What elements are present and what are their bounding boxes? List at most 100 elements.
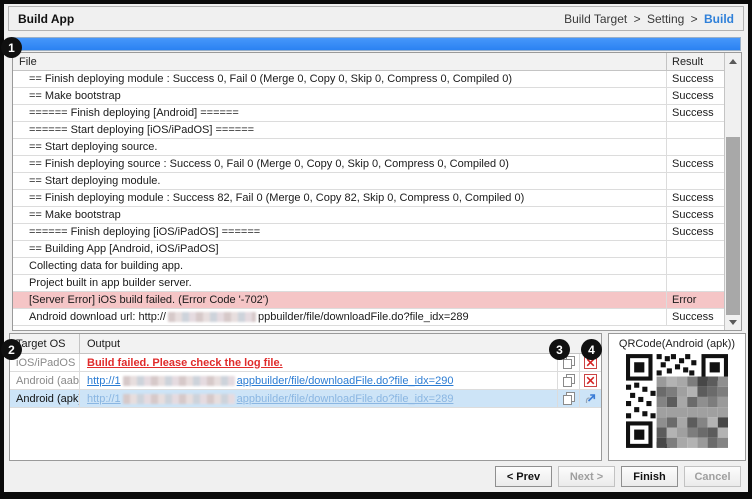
log-result — [666, 173, 724, 189]
log-result: Success — [666, 207, 724, 223]
annotation-badge-3: 3 — [549, 339, 570, 360]
scrollbar-thumb[interactable] — [726, 137, 740, 315]
log-message-error: [Server Error] iOS build failed. (Error … — [13, 292, 666, 308]
breadcrumb-setting[interactable]: Setting — [647, 12, 684, 26]
output-row-ios[interactable]: iOS/iPadOS Build failed. Please check th… — [10, 354, 601, 372]
output-table-header: Target OS Output — [10, 334, 601, 354]
log-message: == Finish deploying source : Success 0, … — [13, 156, 666, 172]
build-log-table: File Result == Finish deploying module :… — [12, 52, 742, 331]
log-message: Collecting data for building app. — [13, 258, 666, 274]
output-table: Target OS Output iOS/iPadOS Build failed… — [9, 333, 602, 461]
log-result — [666, 258, 724, 274]
build-failed-message[interactable]: Build failed. Please check the log file. — [87, 357, 283, 369]
url-suffix: ppbuilder/file/downloadFile.do?file_idx=… — [258, 311, 469, 323]
scroll-down-button[interactable] — [725, 314, 741, 330]
log-message: ====== Start deploying [iOS/iPadOS] ====… — [13, 122, 666, 138]
copy-icon — [563, 392, 575, 405]
open-button[interactable] — [579, 390, 601, 407]
table-row[interactable]: == Make bootstrap Success — [13, 207, 724, 224]
cancel-button[interactable]: Cancel — [684, 466, 741, 487]
breadcrumb-build[interactable]: Build — [704, 12, 734, 26]
wizard-footer: < Prev Next > Finish Cancel — [495, 466, 741, 487]
log-result: Success — [666, 71, 724, 87]
log-result: Success — [666, 88, 724, 104]
qr-panel-title: QRCode(Android (apk)) — [609, 338, 745, 350]
log-result: Error — [666, 292, 724, 308]
log-result: Success — [666, 224, 724, 240]
qr-code — [626, 354, 728, 448]
output-row-android-aab[interactable]: Android (aab) http://1 appbuilder/file/do… — [10, 372, 601, 390]
log-table-header: File Result — [13, 53, 724, 71]
breadcrumb-build-target[interactable]: Build Target — [564, 12, 627, 26]
qr-panel: QRCode(Android (apk)) — [608, 333, 746, 461]
log-message: == Finish deploying module : Success 82,… — [13, 190, 666, 206]
log-message: == Finish deploying module : Success 0, … — [13, 71, 666, 87]
download-link[interactable]: http://1 appbuilder/file/downloadFile.do?… — [87, 375, 453, 387]
table-row[interactable]: == Finish deploying source : Success 0, … — [13, 156, 724, 173]
copy-button[interactable] — [557, 372, 579, 389]
log-message: == Make bootstrap — [13, 88, 666, 104]
annotation-badge-2: 2 — [1, 339, 22, 360]
table-row[interactable]: Android download url: http:// ppbuilder/f… — [13, 309, 724, 326]
triangle-down-icon — [729, 320, 737, 325]
table-row[interactable]: == Start deploying module. — [13, 173, 724, 190]
prev-button[interactable]: < Prev — [495, 466, 552, 487]
log-message: ====== Finish deploying [Android] ====== — [13, 105, 666, 121]
log-result — [666, 241, 724, 257]
column-header-result[interactable]: Result — [666, 53, 724, 70]
url-prefix: http://1 — [87, 393, 121, 405]
breadcrumb-separator: > — [634, 12, 641, 26]
column-header-output[interactable]: Output — [80, 338, 601, 350]
table-row[interactable]: Collecting data for building app. — [13, 258, 724, 275]
log-result: Success — [666, 156, 724, 172]
scroll-up-button[interactable] — [725, 53, 741, 69]
log-result: Success — [666, 105, 724, 121]
target-os-label: Android (aab) — [10, 372, 80, 389]
delete-icon — [584, 374, 597, 387]
table-row[interactable]: ====== Start deploying [iOS/iPadOS] ====… — [13, 122, 724, 139]
next-button[interactable]: Next > — [558, 466, 615, 487]
copy-button[interactable] — [557, 390, 579, 407]
log-message: ====== Finish deploying [iOS/iPadOS] ===… — [13, 224, 666, 240]
table-row[interactable]: == Building App [Android, iOS/iPadOS] — [13, 241, 724, 258]
output-row-android-apk[interactable]: Android (apk) http://1 appbuilder/file/do… — [10, 390, 601, 408]
build-app-dialog: Build App Build Target > Setting > Build… — [4, 4, 748, 492]
build-progress-bar — [12, 37, 741, 51]
log-message: == Start deploying module. — [13, 173, 666, 189]
annotation-badge-1: 1 — [1, 37, 22, 58]
log-message: Project built in app builder server. — [13, 275, 666, 291]
copy-icon — [563, 374, 575, 387]
breadcrumb: Build Target > Setting > Build — [561, 12, 734, 26]
table-row[interactable]: Project built in app builder server. — [13, 275, 724, 292]
page-title: Build App — [18, 12, 74, 26]
url-prefix: http://1 — [87, 375, 121, 387]
finish-button[interactable]: Finish — [621, 466, 678, 487]
url-suffix: appbuilder/file/downloadFile.do?file_idx… — [237, 393, 454, 405]
breadcrumb-separator: > — [691, 12, 698, 26]
table-row[interactable]: == Finish deploying module : Success 82,… — [13, 190, 724, 207]
table-row[interactable]: == Finish deploying module : Success 0, … — [13, 71, 724, 88]
log-result — [666, 139, 724, 155]
log-message-download-url: Android download url: http:// ppbuilder/f… — [13, 309, 666, 325]
column-header-file[interactable]: File — [13, 56, 666, 68]
qr-blur-mosaic — [657, 377, 728, 448]
log-table-scrollbar[interactable] — [724, 53, 741, 330]
table-row-error[interactable]: [Server Error] iOS build failed. (Error … — [13, 292, 724, 309]
build-progress-fill — [13, 38, 740, 50]
download-link[interactable]: http://1 appbuilder/file/downloadFile.do?… — [87, 393, 453, 405]
log-result: Success — [666, 309, 724, 325]
url-prefix: Android download url: http:// — [29, 311, 166, 323]
open-icon — [584, 392, 597, 405]
table-row[interactable]: ====== Finish deploying [Android] ======… — [13, 105, 724, 122]
log-message: == Building App [Android, iOS/iPadOS] — [13, 241, 666, 257]
delete-button[interactable] — [579, 372, 601, 389]
log-result — [666, 122, 724, 138]
log-result — [666, 275, 724, 291]
table-row[interactable]: == Make bootstrap Success — [13, 88, 724, 105]
table-row[interactable]: ====== Finish deploying [iOS/iPadOS] ===… — [13, 224, 724, 241]
target-os-label: Android (apk) — [10, 390, 80, 407]
url-suffix: appbuilder/file/downloadFile.do?file_idx… — [237, 375, 454, 387]
annotation-badge-4: 4 — [581, 339, 602, 360]
table-row[interactable]: == Start deploying source. — [13, 139, 724, 156]
log-message: == Start deploying source. — [13, 139, 666, 155]
